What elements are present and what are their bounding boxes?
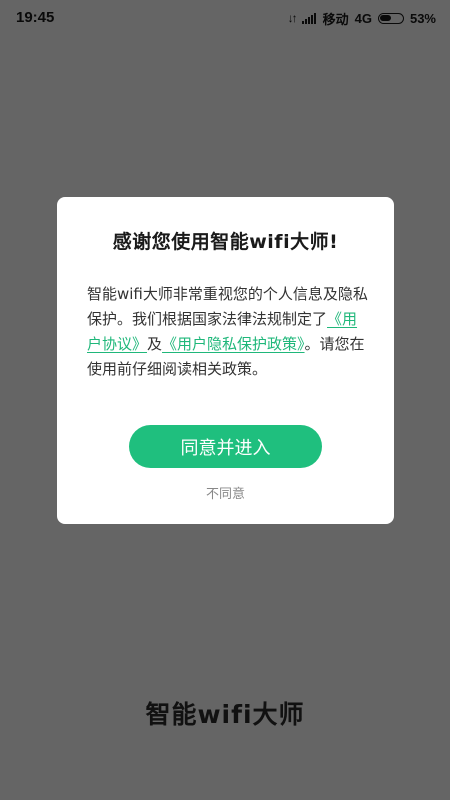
privacy-consent-dialog: 感谢您使用智能wifi大师! 智能wifi大师非常重视您的个人信息及隐私保护。我… (57, 197, 394, 524)
battery-percent: 53% (409, 10, 436, 26)
dialog-body-text: 智能wifi大师非常重视您的个人信息及隐私保护。我们根据国家法律法规制定了《用户… (87, 282, 368, 382)
signal-strength-icon (301, 12, 317, 24)
carrier-label: 移动 (322, 11, 349, 27)
data-transfer-icon: ↓↑ (287, 11, 298, 25)
battery-level-fill (380, 15, 392, 21)
battery-icon (377, 12, 404, 24)
dialog-title: 感谢您使用智能wifi大师! (112, 231, 339, 253)
status-time: 19:45 (16, 9, 55, 26)
network-type-label: 4G (354, 10, 372, 26)
body-intro-text: 智能wifi大师非常重视您的个人信息及隐私保护。我们根据国家法律法规制定了 (87, 285, 368, 328)
disagree-button[interactable]: 不同意 (57, 483, 394, 502)
status-bar: 19:45 ↓↑ 移动 4G 53% (0, 0, 450, 36)
app-name-title: 智能wifi大师 (145, 700, 305, 729)
status-indicators: ↓↑ 移动 4G 53% (282, 8, 436, 28)
privacy-policy-link[interactable]: 《用户隐私保护政策》 (162, 335, 305, 353)
body-conjunction-text: 及 (147, 335, 163, 353)
agree-and-enter-button[interactable]: 同意并进入 (129, 425, 322, 468)
